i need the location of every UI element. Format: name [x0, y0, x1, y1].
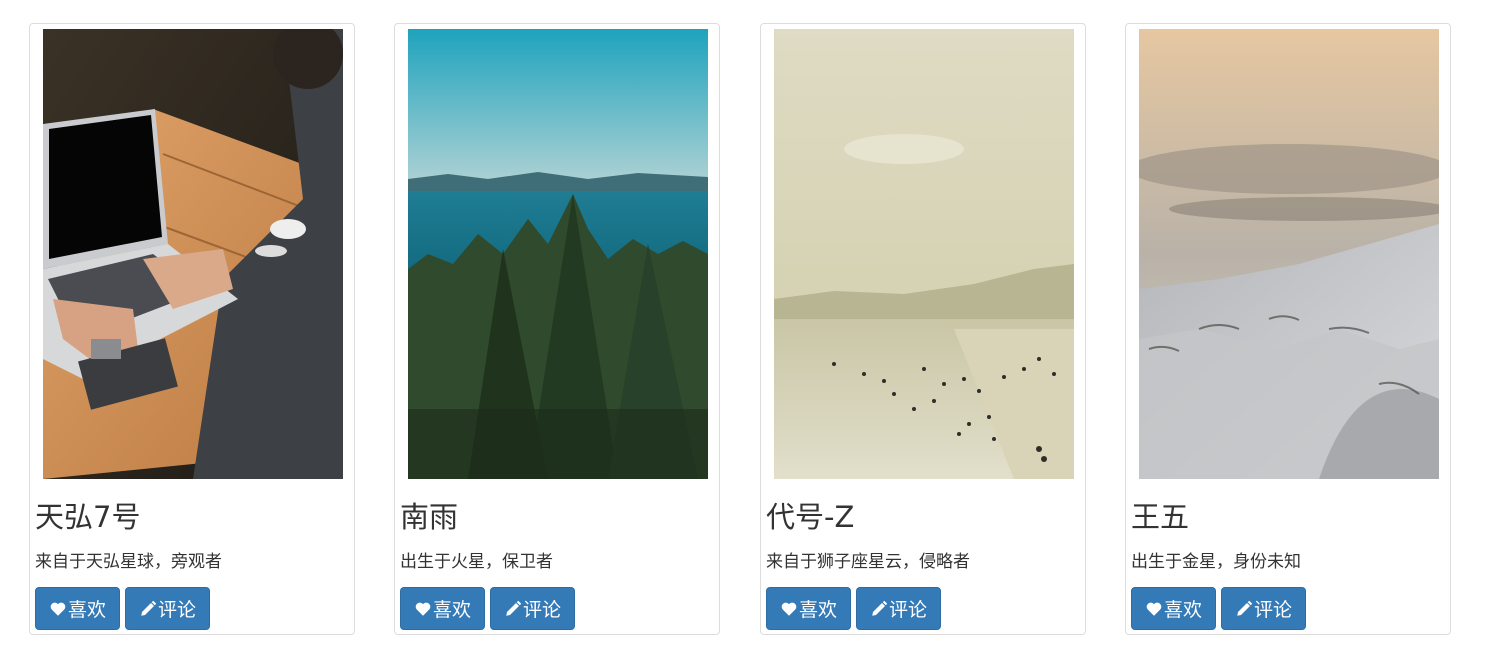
card-description: 来自于狮子座星云，侵略者: [766, 552, 970, 572]
like-button[interactable]: 喜欢: [35, 587, 120, 630]
comment-button[interactable]: 评论: [125, 587, 210, 630]
card-title: 代号-Z: [766, 500, 855, 534]
heart-icon: [780, 600, 798, 618]
pencil-icon: [504, 600, 522, 618]
heart-icon: [414, 600, 432, 618]
card-grid: 天弘7号 来自于天弘星球，旁观者 喜欢 评论 南雨 出生于火星，保卫者 喜欢 评…: [0, 0, 1493, 652]
pencil-icon: [1235, 600, 1253, 618]
comment-label: 评论: [1253, 600, 1292, 621]
like-label: 喜欢: [1163, 600, 1202, 621]
like-button[interactable]: 喜欢: [400, 587, 485, 630]
card-nanyu: 南雨 出生于火星，保卫者 喜欢 评论: [394, 23, 720, 635]
card-code-z: 代号-Z 来自于狮子座星云，侵略者 喜欢 评论: [760, 23, 1086, 635]
pencil-icon: [139, 600, 157, 618]
card-image-snow: [1139, 29, 1439, 479]
card-description: 出生于金星，身份未知: [1131, 552, 1301, 572]
card-wangwu: 王五 出生于金星，身份未知 喜欢 评论: [1125, 23, 1451, 635]
card-image-forest: [408, 29, 708, 479]
comment-label: 评论: [157, 600, 196, 621]
comment-button[interactable]: 评论: [1221, 587, 1306, 630]
like-label: 喜欢: [67, 600, 106, 621]
like-label: 喜欢: [798, 600, 837, 621]
card-image-beach: [774, 29, 1074, 479]
card-image-laptop: [43, 29, 343, 479]
card-description: 出生于火星，保卫者: [400, 552, 553, 572]
heart-icon: [49, 600, 67, 618]
comment-label: 评论: [888, 600, 927, 621]
comment-button[interactable]: 评论: [490, 587, 575, 630]
comment-button[interactable]: 评论: [856, 587, 941, 630]
heart-icon: [1145, 600, 1163, 618]
like-button[interactable]: 喜欢: [766, 587, 851, 630]
comment-label: 评论: [522, 600, 561, 621]
like-button[interactable]: 喜欢: [1131, 587, 1216, 630]
card-tianhong: 天弘7号 来自于天弘星球，旁观者 喜欢 评论: [29, 23, 355, 635]
card-title: 天弘7号: [35, 500, 141, 534]
card-title: 王五: [1131, 500, 1190, 534]
card-title: 南雨: [400, 500, 459, 534]
pencil-icon: [870, 600, 888, 618]
like-label: 喜欢: [432, 600, 471, 621]
card-description: 来自于天弘星球，旁观者: [35, 552, 222, 572]
